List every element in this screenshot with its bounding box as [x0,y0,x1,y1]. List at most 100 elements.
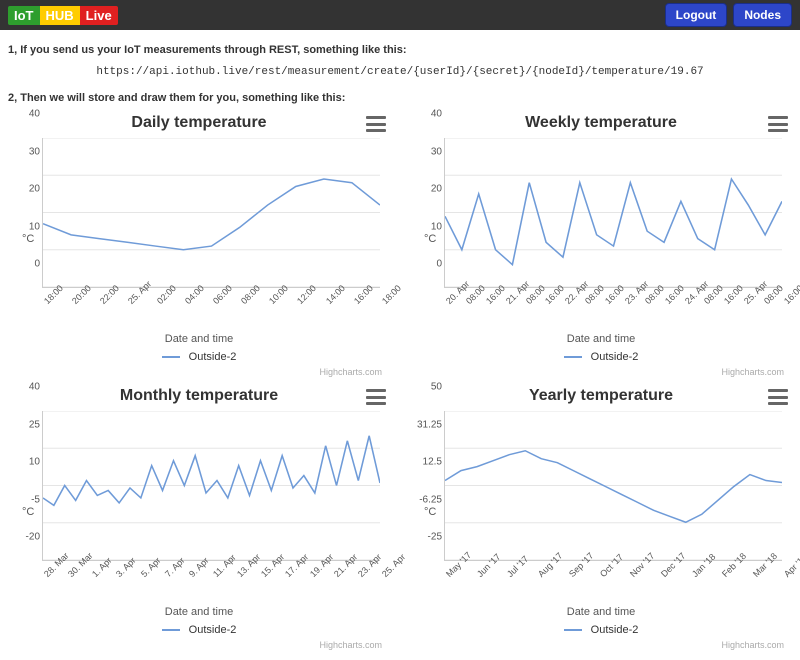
hamburger-icon[interactable] [768,116,788,132]
chart-weekly: Weekly temperature °C 010203040 20. Apr0… [410,114,792,377]
legend-swatch [564,356,582,358]
content: 1, If you send us your IoT measurements … [0,30,800,660]
x-tick: 10:00 [267,299,274,306]
x-axis-label: Date and time [410,333,792,345]
x-ticks: 28. Mar30. Mar1. Apr3. Apr5. Apr7. Apr9.… [42,564,380,574]
chart-credit: Highcharts.com [319,367,382,377]
y-tick: 40 [431,109,442,120]
x-tick: 5. Apr [139,572,146,579]
legend-label: Outside-2 [189,351,237,363]
x-tick: 22. Apr [563,299,570,306]
x-tick: Feb '18 [720,572,727,579]
nav-buttons: Logout Nodes [665,3,792,27]
x-tick: 16:00 [722,299,729,306]
x-tick: Apr '18 [782,572,789,579]
x-tick: 08:00 [643,299,650,306]
x-tick: Mar '18 [751,572,758,579]
x-tick: 20:00 [70,299,77,306]
plot-area [444,138,782,288]
x-tick: 1. Apr [90,572,97,579]
x-axis-label: Date and time [8,606,390,618]
legend: Outside-2 [410,624,792,636]
chart-title: Daily temperature [8,114,390,132]
y-tick: 10 [431,221,442,232]
x-tick: 11. Apr [211,572,218,579]
x-tick: 24. Apr [683,299,690,306]
x-tick: 16:00 [603,299,610,306]
x-tick: 25. Apr [126,299,133,306]
chart-title: Monthly temperature [8,387,390,405]
y-tick: -6.25 [419,494,442,505]
x-tick: 08:00 [762,299,769,306]
x-tick: 20. Apr [444,299,451,306]
chart-credit: Highcharts.com [721,367,784,377]
chart-inner: Monthly temperature °C -20-5102540 28. M… [8,387,390,636]
x-tick: Oct '17 [598,572,605,579]
x-tick: 9. Apr [187,572,194,579]
chart-inner: Daily temperature °C 010203040 18:0020:0… [8,114,390,363]
logo: IoT HUB Live [8,6,118,25]
legend-swatch [162,356,180,358]
charts-grid: Daily temperature °C 010203040 18:0020:0… [8,114,792,650]
intro-line-2: 2, Then we will store and draw them for … [8,92,792,104]
y-tick: -20 [26,532,40,543]
x-tick: 16:00 [782,299,789,306]
chart-credit: Highcharts.com [319,640,382,650]
plot-area [42,411,380,561]
chart-daily: Daily temperature °C 010203040 18:0020:0… [8,114,390,377]
series-line [445,451,782,523]
x-tick: Jan '18 [690,572,697,579]
legend-swatch [162,629,180,631]
x-tick: Jun '17 [475,572,482,579]
plot-area [42,138,380,288]
legend-label: Outside-2 [591,624,639,636]
x-tick: Aug '17 [536,572,543,579]
chart-title: Weekly temperature [410,114,792,132]
x-tick: 22:00 [98,299,105,306]
chart-monthly: Monthly temperature °C -20-5102540 28. M… [8,387,390,650]
x-tick: 30. Mar [66,572,73,579]
x-tick: Jul '17 [505,572,512,579]
nodes-button[interactable]: Nodes [733,3,792,27]
y-ticks: 010203040 [430,114,442,264]
y-tick: 30 [431,146,442,157]
y-tick: 50 [431,382,442,393]
x-ticks: 18:0020:0022:0025. Apr02:0004:0006:0008:… [42,291,380,301]
legend: Outside-2 [8,624,390,636]
legend-label: Outside-2 [189,624,237,636]
x-tick: 25. Apr [742,299,749,306]
chart-credit: Highcharts.com [721,640,784,650]
y-tick: 0 [436,259,442,270]
x-tick: 21. Apr [332,572,339,579]
x-tick: 23. Apr [356,572,363,579]
x-tick: Nov '17 [628,572,635,579]
hamburger-icon[interactable] [768,389,788,405]
x-tick: 08:00 [239,299,246,306]
intro-line-1: 1, If you send us your IoT measurements … [8,44,792,56]
x-tick: 18:00 [42,299,49,306]
plot-area [444,411,782,561]
logout-button[interactable]: Logout [665,3,728,27]
y-tick: 12.5 [423,457,442,468]
logo-part-3: Live [80,6,118,25]
hamburger-icon[interactable] [366,116,386,132]
x-tick: 18:00 [380,299,387,306]
x-tick: Sep '17 [567,572,574,579]
x-tick: 13. Apr [235,572,242,579]
y-ticks: -25-6.2512.531.2550 [430,387,442,537]
chart-yearly: Yearly temperature °C -25-6.2512.531.255… [410,387,792,650]
hamburger-icon[interactable] [366,389,386,405]
x-tick: 08:00 [702,299,709,306]
x-tick: 16:00 [663,299,670,306]
x-tick: 02:00 [155,299,162,306]
example-url: https://api.iothub.live/rest/measurement… [8,66,792,78]
legend-swatch [564,629,582,631]
x-tick: 14:00 [324,299,331,306]
y-tick: -5 [31,494,40,505]
x-tick: 08:00 [524,299,531,306]
x-ticks: 20. Apr08:0016:0021. Apr08:0016:0022. Ap… [444,291,782,301]
chart-title: Yearly temperature [410,387,792,405]
chart-inner: Weekly temperature °C 010203040 20. Apr0… [410,114,792,363]
logo-part-1: IoT [8,6,40,25]
x-axis-label: Date and time [410,606,792,618]
